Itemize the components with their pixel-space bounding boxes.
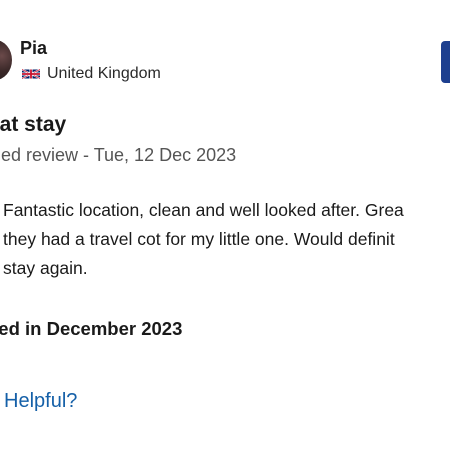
score-badge bbox=[441, 41, 450, 83]
review-card: Pia United Kingdom eat stay fied review … bbox=[0, 0, 450, 450]
review-title: eat stay bbox=[0, 113, 67, 136]
reviewer-country: United Kingdom bbox=[47, 65, 161, 82]
uk-flag-icon bbox=[22, 68, 40, 80]
review-meta: fied review - Tue, 12 Dec 2023 bbox=[0, 145, 237, 165]
avatar[interactable] bbox=[0, 40, 12, 80]
reviewer-country-row: United Kingdom bbox=[22, 65, 161, 83]
stay-date: yed in December 2023 bbox=[0, 318, 183, 339]
helpful-link[interactable]: Helpful? bbox=[4, 390, 77, 413]
review-body: Fantastic location, clean and well looke… bbox=[3, 196, 450, 283]
review-body-line: Fantastic location, clean and well looke… bbox=[3, 200, 404, 220]
review-body-line: stay again. bbox=[3, 258, 88, 278]
reviewer-name: Pia bbox=[20, 38, 48, 58]
review-body-line: they had a travel cot for my little one.… bbox=[3, 229, 395, 249]
